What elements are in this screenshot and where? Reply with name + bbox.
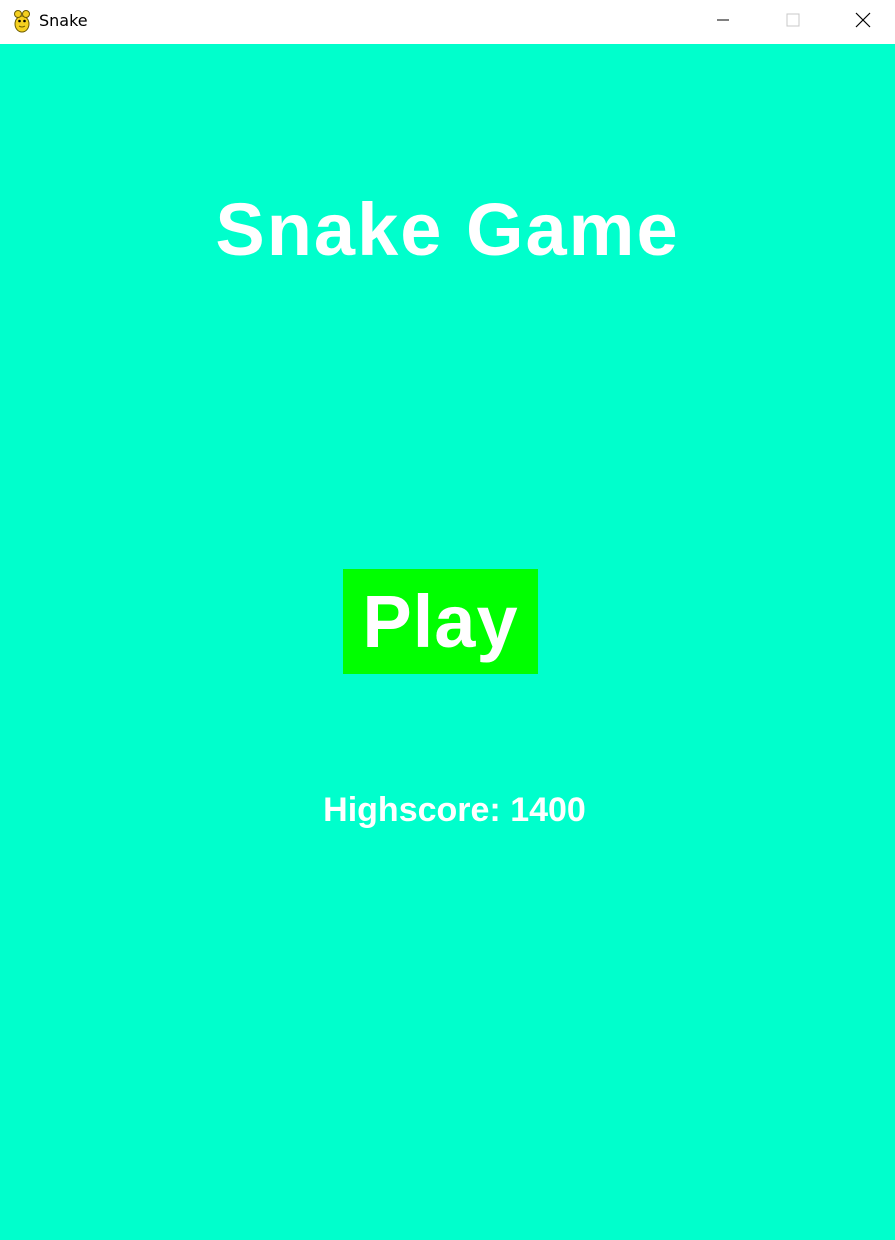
title-bar[interactable]: Snake — [0, 0, 895, 44]
pygame-snake-icon — [10, 9, 34, 33]
play-button-label: Play — [362, 579, 519, 663]
game-title: Snake Game — [215, 188, 680, 271]
minimize-icon — [716, 13, 730, 32]
game-canvas[interactable]: Snake Game Play Highscore: 1400 — [0, 44, 895, 1240]
maximize-icon — [786, 13, 800, 32]
window-title: Snake — [39, 11, 88, 30]
app-window: Snake Snake Game Play Highscore: 1400 — [0, 0, 895, 1240]
highscore-text: Highscore: 1400 — [323, 791, 586, 829]
close-button[interactable] — [840, 0, 886, 44]
maximize-button[interactable] — [770, 0, 816, 44]
close-icon — [855, 12, 871, 33]
minimize-button[interactable] — [700, 0, 746, 44]
play-button[interactable]: Play — [343, 569, 538, 674]
